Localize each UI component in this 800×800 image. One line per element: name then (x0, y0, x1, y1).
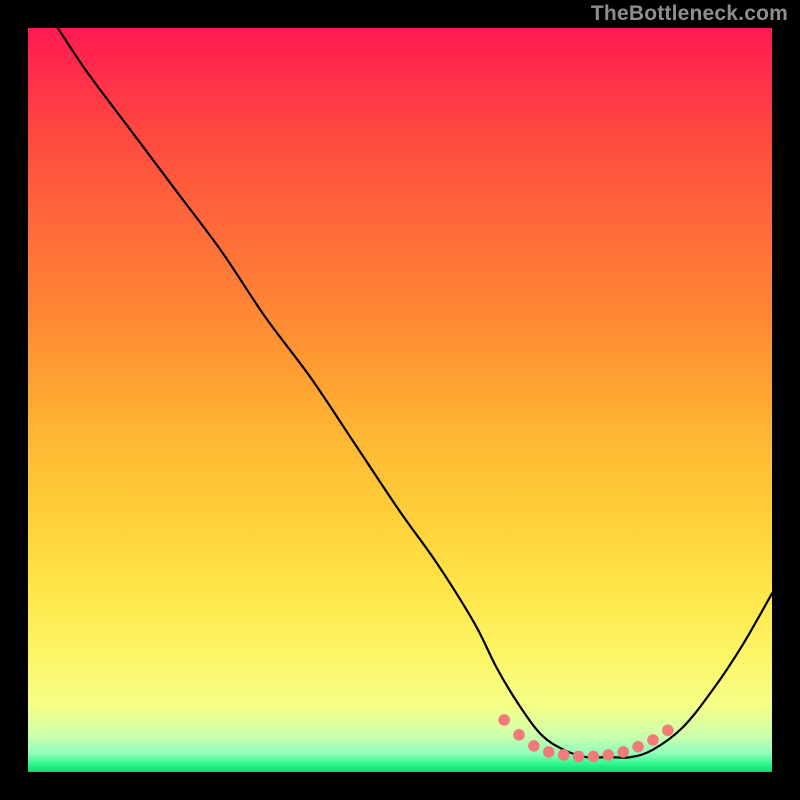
watermark-text: TheBottleneck.com (591, 2, 788, 26)
chart-container: TheBottleneck.com (0, 0, 800, 800)
optimal-marker (647, 734, 659, 746)
optimal-marker (617, 746, 629, 758)
optimal-marker (498, 714, 510, 726)
optimal-marker (573, 751, 585, 763)
optimal-marker (543, 746, 555, 758)
optimal-marker (558, 749, 570, 761)
optimal-marker (588, 751, 600, 763)
optimal-marker (528, 740, 540, 752)
chart-svg (28, 28, 772, 772)
optimal-marker (513, 729, 525, 741)
optimal-marker (603, 749, 615, 761)
optimal-zone-markers (498, 714, 673, 762)
optimal-marker (662, 725, 674, 737)
optimal-marker (632, 741, 644, 753)
plot-area (28, 28, 772, 772)
bottleneck-curve-path (58, 28, 772, 758)
